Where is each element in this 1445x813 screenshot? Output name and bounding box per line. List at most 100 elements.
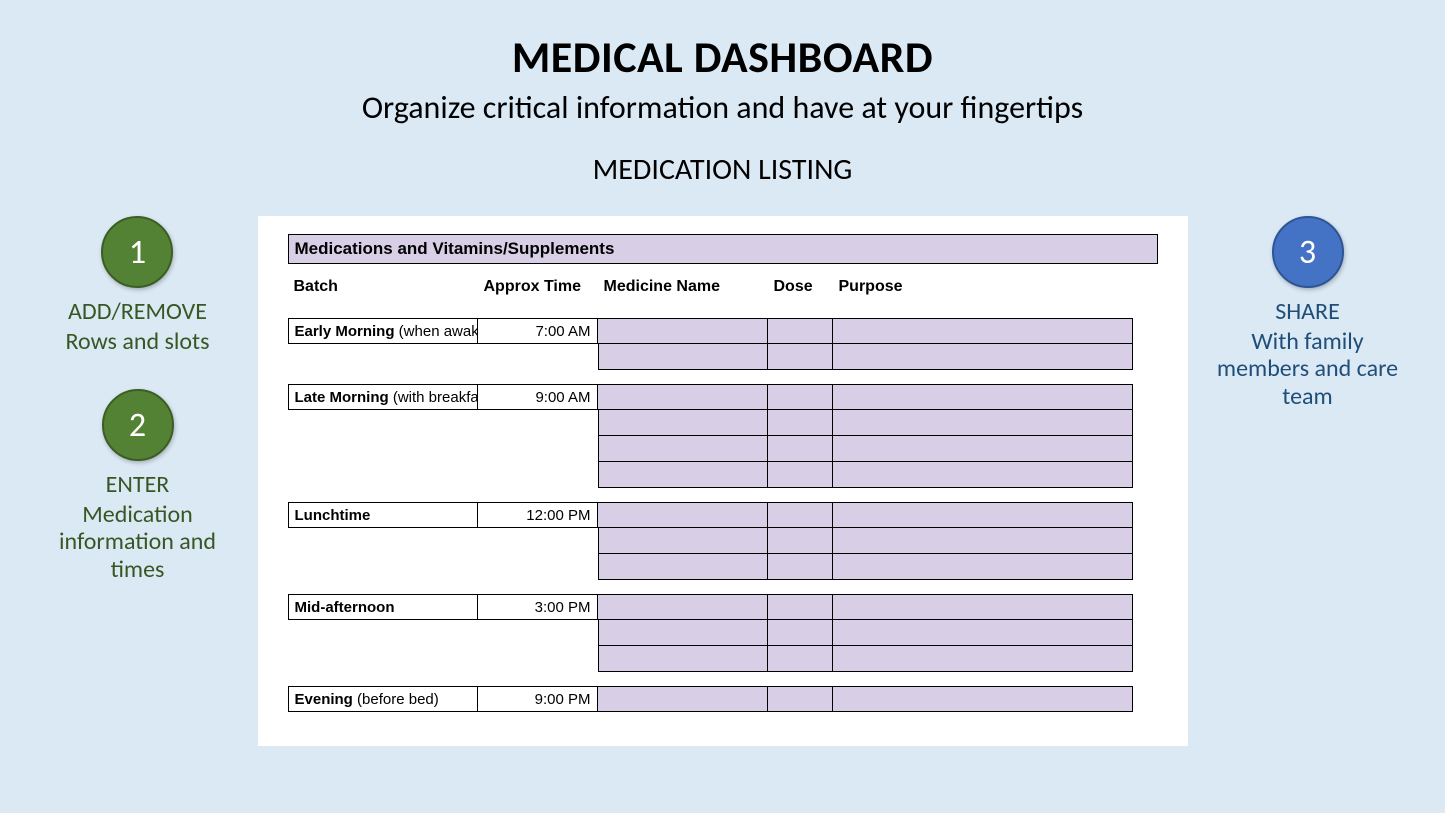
med-row [598, 344, 1158, 370]
step-2-desc: Medication information and times [38, 501, 238, 584]
step-1-badge: 1 [101, 216, 173, 288]
step-2: 2 ENTER Medication information and times [38, 389, 238, 583]
medicine-cell[interactable] [598, 620, 768, 646]
column-headers: Batch Approx Time Medicine Name Dose Pur… [288, 264, 1158, 304]
col-dose: Dose [774, 278, 839, 296]
batch-header-row: Early Morning (when awake)7:00 AM [288, 318, 1158, 344]
medicine-cell[interactable] [598, 318, 768, 344]
medicine-cell[interactable] [598, 646, 768, 672]
batch-extra-row [288, 554, 1158, 580]
batch-time-cell[interactable]: 3:00 PM [478, 594, 598, 620]
batch-time-cell[interactable]: 9:00 AM [478, 384, 598, 410]
med-row [598, 554, 1158, 580]
dose-cell[interactable] [768, 502, 833, 528]
med-row [598, 462, 1158, 488]
medicine-cell[interactable] [598, 686, 768, 712]
med-row [598, 686, 1158, 712]
batch-header-row: Late Morning (with breakfast)9:00 AM [288, 384, 1158, 410]
batch-extra-row [288, 436, 1158, 462]
batch-group: Evening (before bed)9:00 PM [288, 686, 1158, 712]
section-title: MEDICATION LISTING [0, 151, 1445, 188]
step-2-title: ENTER [106, 471, 170, 499]
purpose-cell[interactable] [833, 318, 1133, 344]
batch-name-cell[interactable]: Late Morning (with breakfast) [288, 384, 478, 410]
dose-cell[interactable] [768, 686, 833, 712]
purpose-cell[interactable] [833, 686, 1133, 712]
dose-cell[interactable] [768, 462, 833, 488]
batch-header-row: Mid-afternoon3:00 PM [288, 594, 1158, 620]
step-3-title: SHARE [1275, 298, 1340, 326]
purpose-cell[interactable] [833, 620, 1133, 646]
medicine-cell[interactable] [598, 384, 768, 410]
purpose-cell[interactable] [833, 594, 1133, 620]
medicine-cell[interactable] [598, 502, 768, 528]
batch-name-cell[interactable]: Lunchtime [288, 502, 478, 528]
medicine-cell[interactable] [598, 410, 768, 436]
batch-group: Early Morning (when awake)7:00 AM [288, 318, 1158, 370]
dose-cell[interactable] [768, 646, 833, 672]
dose-cell[interactable] [768, 410, 833, 436]
step-2-badge: 2 [102, 389, 174, 461]
dose-cell[interactable] [768, 384, 833, 410]
dose-cell[interactable] [768, 594, 833, 620]
step-3-desc: With family members and care team [1208, 328, 1408, 411]
col-time: Approx Time [484, 278, 604, 296]
medicine-cell[interactable] [598, 554, 768, 580]
purpose-cell[interactable] [833, 410, 1133, 436]
dose-cell[interactable] [768, 554, 833, 580]
step-1: 1 ADD/REMOVE Rows and slots [66, 216, 210, 355]
batch-group: Late Morning (with breakfast)9:00 AM [288, 384, 1158, 488]
batch-group: Lunchtime12:00 PM [288, 502, 1158, 580]
dose-cell[interactable] [768, 436, 833, 462]
page-subtitle: Organize critical information and have a… [0, 88, 1445, 127]
step-1-desc: Rows and slots [66, 328, 210, 356]
medication-sheet: Medications and Vitamins/Supplements Bat… [258, 216, 1188, 746]
batch-extra-row [288, 410, 1158, 436]
med-row [598, 620, 1158, 646]
med-row [598, 410, 1158, 436]
med-row [598, 646, 1158, 672]
dose-cell[interactable] [768, 528, 833, 554]
medicine-cell[interactable] [598, 594, 768, 620]
col-batch: Batch [294, 278, 484, 296]
medicine-cell[interactable] [598, 344, 768, 370]
batch-extra-row [288, 646, 1158, 672]
batch-time-cell[interactable]: 12:00 PM [478, 502, 598, 528]
purpose-cell[interactable] [833, 436, 1133, 462]
dose-cell[interactable] [768, 344, 833, 370]
batch-name-cell[interactable]: Early Morning (when awake) [288, 318, 478, 344]
page-title: MEDICAL DASHBOARD [0, 30, 1445, 84]
purpose-cell[interactable] [833, 462, 1133, 488]
col-purpose: Purpose [839, 278, 1139, 296]
purpose-cell[interactable] [833, 344, 1133, 370]
medicine-cell[interactable] [598, 436, 768, 462]
med-row [598, 594, 1158, 620]
purpose-cell[interactable] [833, 384, 1133, 410]
batch-name-cell[interactable]: Mid-afternoon [288, 594, 478, 620]
batch-extra-row [288, 528, 1158, 554]
purpose-cell[interactable] [833, 502, 1133, 528]
batch-extra-row [288, 344, 1158, 370]
med-row [598, 384, 1158, 410]
batch-time-cell[interactable]: 9:00 PM [478, 686, 598, 712]
batch-header-row: Lunchtime12:00 PM [288, 502, 1158, 528]
batch-time-cell[interactable]: 7:00 AM [478, 318, 598, 344]
batch-extra-row [288, 620, 1158, 646]
batch-extra-row [288, 462, 1158, 488]
step-3: 3 SHARE With family members and care tea… [1208, 216, 1408, 410]
purpose-cell[interactable] [833, 646, 1133, 672]
col-medicine: Medicine Name [604, 278, 774, 296]
dose-cell[interactable] [768, 620, 833, 646]
med-row [598, 436, 1158, 462]
medicine-cell[interactable] [598, 462, 768, 488]
purpose-cell[interactable] [833, 528, 1133, 554]
dose-cell[interactable] [768, 318, 833, 344]
batch-header-row: Evening (before bed)9:00 PM [288, 686, 1158, 712]
purpose-cell[interactable] [833, 554, 1133, 580]
step-1-title: ADD/REMOVE [68, 298, 207, 326]
med-row [598, 528, 1158, 554]
batch-name-cell[interactable]: Evening (before bed) [288, 686, 478, 712]
medicine-cell[interactable] [598, 528, 768, 554]
med-row [598, 318, 1158, 344]
step-3-badge: 3 [1272, 216, 1344, 288]
